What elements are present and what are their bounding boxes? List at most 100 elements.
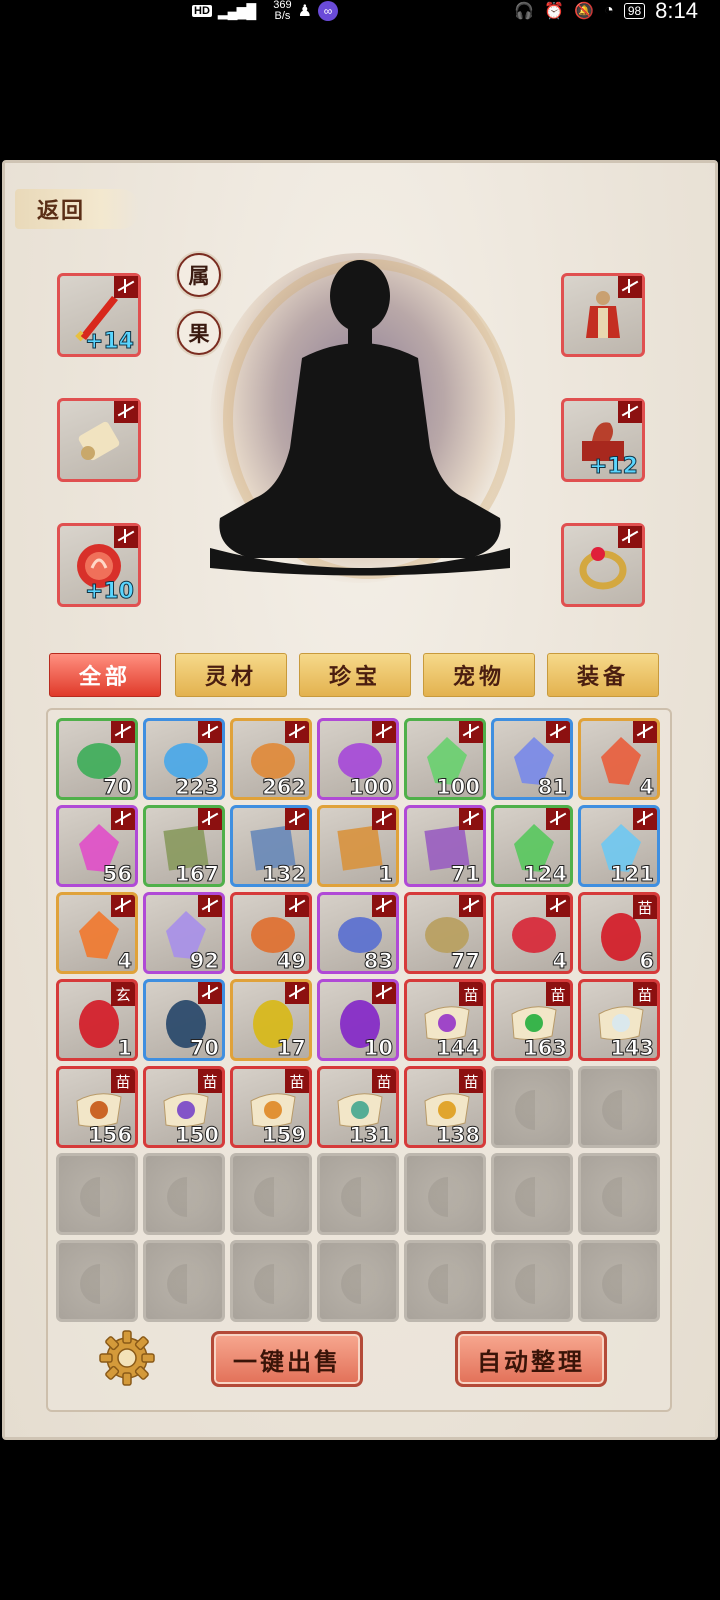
tab-materials[interactable]: 灵材 (175, 653, 287, 697)
empty-slot[interactable] (578, 1066, 660, 1148)
empty-slot[interactable] (404, 1153, 486, 1235)
equip-slot-ring[interactable] (561, 523, 645, 607)
lock-icon (372, 721, 396, 743)
empty-slot[interactable] (491, 1153, 573, 1235)
item-count: 262 (262, 775, 307, 799)
inventory-item[interactable]: 17 (230, 979, 312, 1061)
grade-tag: 苗 (459, 982, 483, 1006)
item-count: 163 (523, 1036, 568, 1060)
inventory-item[interactable]: 124 (491, 805, 573, 887)
empty-slot[interactable] (230, 1240, 312, 1322)
item-count: 132 (262, 862, 307, 886)
empty-slot[interactable] (56, 1153, 138, 1235)
inventory-item[interactable]: 苗 156 (56, 1066, 138, 1148)
inventory-item[interactable]: 71 (404, 805, 486, 887)
one-click-sell-button[interactable]: 一键出售 (211, 1331, 363, 1387)
inventory-item[interactable]: 苗 150 (143, 1066, 225, 1148)
inventory-item[interactable]: 4 (56, 892, 138, 974)
yin-yang-icon (515, 1090, 555, 1130)
inventory-item[interactable]: 70 (143, 979, 225, 1061)
item-count: 159 (262, 1123, 307, 1147)
lock-icon (198, 721, 222, 743)
tab-treasures[interactable]: 珍宝 (299, 653, 411, 697)
inventory-item[interactable]: 70 (56, 718, 138, 800)
empty-slot[interactable] (491, 1066, 573, 1148)
inventory-item[interactable]: 56 (56, 805, 138, 887)
inventory-item[interactable]: 83 (317, 892, 399, 974)
wifi-icon: ◔ (604, 2, 614, 19)
inventory-item[interactable]: 49 (230, 892, 312, 974)
item-count: 77 (450, 949, 480, 973)
inventory-item[interactable]: 223 (143, 718, 225, 800)
inventory-item[interactable]: 81 (491, 718, 573, 800)
settings-gear-icon[interactable] (98, 1329, 156, 1387)
lock-icon (285, 895, 309, 917)
lock-icon (114, 526, 138, 548)
battery-icon: 98 (623, 3, 646, 19)
inventory-item[interactable]: 苗 163 (491, 979, 573, 1061)
inventory-item[interactable]: 苗 131 (317, 1066, 399, 1148)
item-count: 1 (117, 1036, 133, 1060)
tab-all[interactable]: 全部 (49, 653, 161, 697)
lock-icon (459, 808, 483, 830)
inventory-item[interactable]: 苗 143 (578, 979, 660, 1061)
inventory-item[interactable]: 4 (578, 718, 660, 800)
inventory-item[interactable]: 苗 159 (230, 1066, 312, 1148)
inventory-item[interactable]: 92 (143, 892, 225, 974)
inventory-item[interactable]: 苗 144 (404, 979, 486, 1061)
inventory-item[interactable]: 77 (404, 892, 486, 974)
grade-tag: 苗 (459, 1069, 483, 1093)
inventory-item[interactable]: 4 (491, 892, 573, 974)
empty-slot[interactable] (56, 1240, 138, 1322)
status-left: HD ▂▄▆█ 369 B/s ♟ ∞ (192, 0, 338, 22)
lock-icon (618, 401, 642, 423)
item-count: 83 (363, 949, 393, 973)
lock-icon (111, 721, 135, 743)
grade-tag: 苗 (546, 982, 570, 1006)
inventory-item[interactable]: 10 (317, 979, 399, 1061)
item-count: 143 (610, 1036, 655, 1060)
inventory-item[interactable]: 100 (404, 718, 486, 800)
tab-pets[interactable]: 宠物 (423, 653, 535, 697)
inventory-panel: 返回 属 果 +14 +10 +12 全部 灵材 珍宝 宠物 装备 70 223… (2, 160, 718, 1440)
inventory-item[interactable]: 1 (317, 805, 399, 887)
tab-equipment[interactable]: 装备 (547, 653, 659, 697)
inventory-item[interactable]: 100 (317, 718, 399, 800)
grade-tag: 苗 (633, 982, 657, 1006)
empty-slot[interactable] (143, 1240, 225, 1322)
empty-slot[interactable] (143, 1153, 225, 1235)
inventory-item[interactable]: 121 (578, 805, 660, 887)
item-count: 70 (189, 1036, 219, 1060)
empty-slot[interactable] (578, 1153, 660, 1235)
category-tabs: 全部 灵材 珍宝 宠物 装备 (49, 653, 669, 701)
inventory-item[interactable]: 132 (230, 805, 312, 887)
equip-slot-scroll[interactable] (57, 398, 141, 482)
inventory-item[interactable]: 262 (230, 718, 312, 800)
hd-badge: HD (192, 5, 212, 17)
yin-yang-icon (254, 1264, 294, 1304)
empty-slot[interactable] (491, 1240, 573, 1322)
inventory-item[interactable]: 苗 138 (404, 1066, 486, 1148)
empty-slot[interactable] (404, 1240, 486, 1322)
qq-icon: ♟ (297, 3, 312, 20)
inventory-item[interactable]: 167 (143, 805, 225, 887)
lock-icon (285, 982, 309, 1004)
fruit-label: 果 (188, 321, 210, 346)
yin-yang-icon (515, 1264, 555, 1304)
equip-slot-amulet[interactable]: +10 (57, 523, 141, 607)
yin-yang-icon (80, 1177, 120, 1217)
empty-slot[interactable] (230, 1153, 312, 1235)
equip-slot-armor[interactable] (561, 273, 645, 357)
item-count: 121 (610, 862, 655, 886)
auto-sort-button[interactable]: 自动整理 (455, 1331, 607, 1387)
empty-slot[interactable] (578, 1240, 660, 1322)
yin-yang-icon (167, 1177, 207, 1217)
inventory-item[interactable]: 苗6 (578, 892, 660, 974)
empty-slot[interactable] (317, 1153, 399, 1235)
equip-slot-weapon[interactable]: +14 (57, 273, 141, 357)
equip-slot-treasure[interactable]: +12 (561, 398, 645, 482)
empty-slot[interactable] (317, 1240, 399, 1322)
lock-icon (372, 982, 396, 1004)
back-button[interactable]: 返回 (15, 189, 139, 229)
inventory-item[interactable]: 玄1 (56, 979, 138, 1061)
